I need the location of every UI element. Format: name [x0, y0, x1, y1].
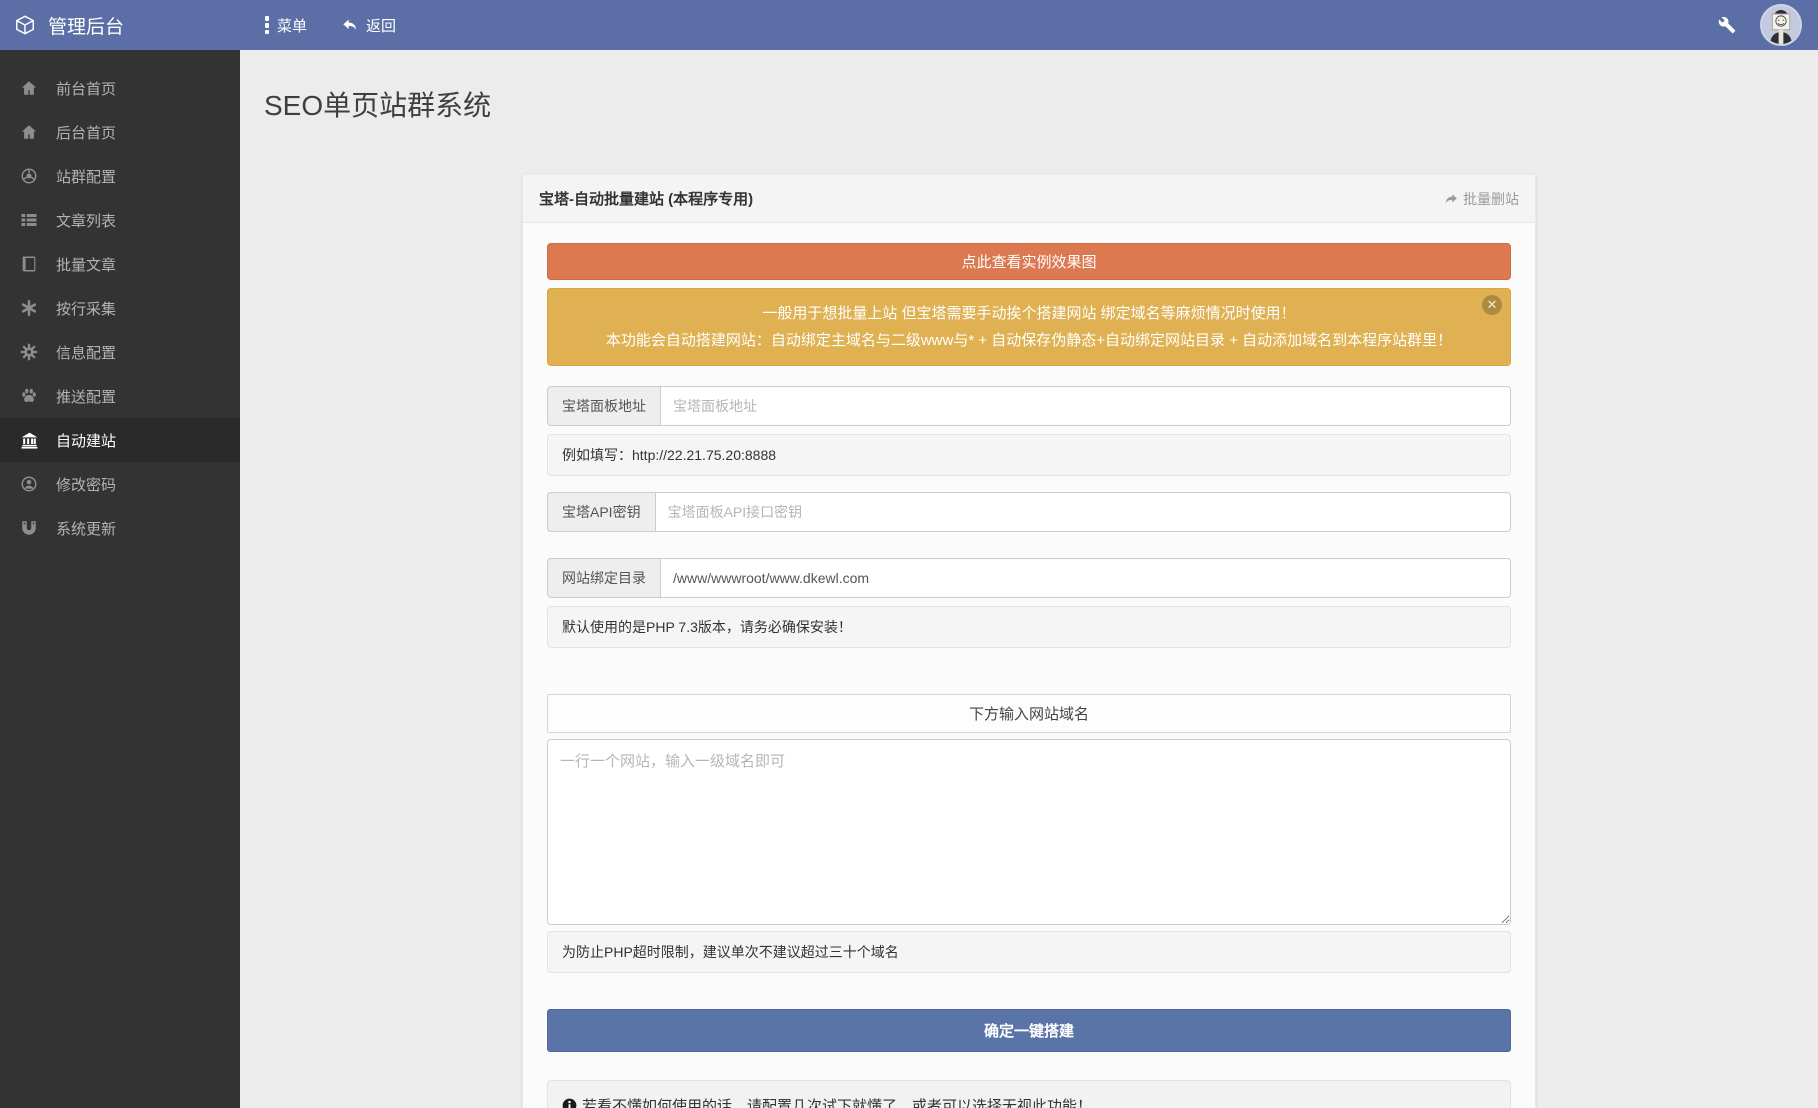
bind-dir-input[interactable] [660, 558, 1511, 598]
domain-section-header: 下方输入网站域名 [547, 694, 1511, 733]
top-nav: 菜单 返回 [240, 15, 396, 36]
submit-build-button[interactable]: 确定一键搭建 [547, 1009, 1511, 1052]
sidebar-item-label: 前台首页 [56, 78, 116, 99]
sidebar-item-label: 后台首页 [56, 122, 116, 143]
domain-limit-hint: 为防止PHP超时限制，建议单次不建议超过三十个域名 [547, 931, 1511, 973]
batch-delete-label: 批量删站 [1463, 189, 1519, 209]
page-title: SEO单页站群系统 [264, 86, 1818, 126]
panel-title: 宝塔-自动批量建站 (本程序专用) [539, 188, 753, 209]
home-icon [18, 123, 40, 141]
api-key-group: 宝塔API密钥 [547, 492, 1511, 532]
paw-icon [18, 387, 40, 405]
sidebar: 前台首页 后台首页 站群配置 文章列表 [0, 50, 240, 1108]
chrome-globe-icon [18, 167, 40, 185]
ellipsis-icon [264, 16, 270, 34]
panel-heading: 宝塔-自动批量建站 (本程序专用) 批量删站 [523, 175, 1535, 223]
list-icon [18, 211, 40, 229]
sidebar-item-label: 按行采集 [56, 298, 116, 319]
book-icon [18, 255, 40, 273]
sidebar-item-change-password[interactable]: 修改密码 [0, 462, 240, 506]
domain-list-textarea[interactable] [547, 739, 1511, 925]
info-icon [562, 1098, 577, 1108]
php-version-hint: 默认使用的是PHP 7.3版本，请务必确保安装！ [547, 606, 1511, 648]
usage-alert: ✕ 一般用于想批量上站 但宝塔需要手动挨个搭建网站 绑定域名等麻烦情况时使用！ … [547, 288, 1511, 366]
sidebar-item-auto-build[interactable]: 自动建站 [0, 418, 240, 462]
sidebar-item-label: 自动建站 [56, 430, 116, 451]
view-example-button[interactable]: 点此查看实例效果图 [547, 243, 1511, 280]
sidebar-item-line-collect[interactable]: 按行采集 [0, 286, 240, 330]
sidebar-item-batch-articles[interactable]: 批量文章 [0, 242, 240, 286]
wrench-icon[interactable] [1718, 16, 1736, 34]
sidebar-item-label: 站群配置 [56, 166, 116, 187]
menu-toggle[interactable]: 菜单 [264, 15, 307, 36]
panel-url-hint: 例如填写：http://22.21.75.20:8888 [547, 434, 1511, 476]
sidebar-item-info-config[interactable]: 信息配置 [0, 330, 240, 374]
sidebar-item-label: 信息配置 [56, 342, 116, 363]
bind-dir-label: 网站绑定目录 [547, 558, 660, 598]
sidebar-item-label: 推送配置 [56, 386, 116, 407]
cube-icon [14, 14, 36, 36]
avatar[interactable] [1760, 4, 1802, 46]
brand-title: 管理后台 [48, 12, 124, 39]
share-arrow-icon [1443, 192, 1459, 206]
bind-dir-group: 网站绑定目录 [547, 558, 1511, 598]
alert-line-2: 本功能会自动搭建网站：自动绑定主域名与二级www与* + 自动保存伪静态+自动绑… [588, 327, 1470, 354]
panel-url-group: 宝塔面板地址 [547, 386, 1511, 426]
top-bar: 管理后台 菜单 返回 [0, 0, 1818, 50]
sidebar-item-sitegroup-config[interactable]: 站群配置 [0, 154, 240, 198]
back-label: 返回 [366, 15, 396, 36]
batch-delete-link[interactable]: 批量删站 [1443, 189, 1519, 209]
brand[interactable]: 管理后台 [0, 12, 240, 39]
sidebar-item-label: 系统更新 [56, 518, 116, 539]
sidebar-item-system-update[interactable]: 系统更新 [0, 506, 240, 550]
footer-note: 若看不懂如何使用的话，请配置几次试下就懂了，或者可以选择无视此功能！ [547, 1080, 1511, 1108]
menu-label: 菜单 [277, 15, 307, 36]
footer-note-text: 若看不懂如何使用的话，请配置几次试下就懂了，或者可以选择无视此功能！ [582, 1095, 1092, 1108]
topbar-right [1718, 4, 1818, 46]
sidebar-item-label: 文章列表 [56, 210, 116, 231]
main-content: SEO单页站群系统 宝塔-自动批量建站 (本程序专用) 批量删站 点此查看实例效… [240, 0, 1818, 1108]
sidebar-item-admin-home[interactable]: 后台首页 [0, 110, 240, 154]
home-icon [18, 79, 40, 97]
api-key-input[interactable] [655, 492, 1511, 532]
bank-icon [18, 431, 40, 450]
close-icon[interactable]: ✕ [1482, 295, 1502, 315]
api-key-label: 宝塔API密钥 [547, 492, 655, 532]
reply-arrow-icon [341, 17, 359, 33]
sidebar-item-label: 批量文章 [56, 254, 116, 275]
gear-icon [18, 343, 40, 361]
sidebar-item-article-list[interactable]: 文章列表 [0, 198, 240, 242]
alert-line-1: 一般用于想批量上站 但宝塔需要手动挨个搭建网站 绑定域名等麻烦情况时使用！ [588, 300, 1470, 327]
user-circle-icon [18, 475, 40, 493]
asterisk-icon [18, 299, 40, 317]
panel-url-label: 宝塔面板地址 [547, 386, 660, 426]
sidebar-item-label: 修改密码 [56, 474, 116, 495]
build-panel: 宝塔-自动批量建站 (本程序专用) 批量删站 点此查看实例效果图 ✕ 一般用于想… [522, 174, 1536, 1108]
sidebar-item-front-home[interactable]: 前台首页 [0, 66, 240, 110]
back-link[interactable]: 返回 [341, 15, 396, 36]
magnet-icon [18, 519, 40, 537]
panel-body: 点此查看实例效果图 ✕ 一般用于想批量上站 但宝塔需要手动挨个搭建网站 绑定域名… [523, 223, 1535, 1108]
panel-url-input[interactable] [660, 386, 1511, 426]
sidebar-item-push-config[interactable]: 推送配置 [0, 374, 240, 418]
